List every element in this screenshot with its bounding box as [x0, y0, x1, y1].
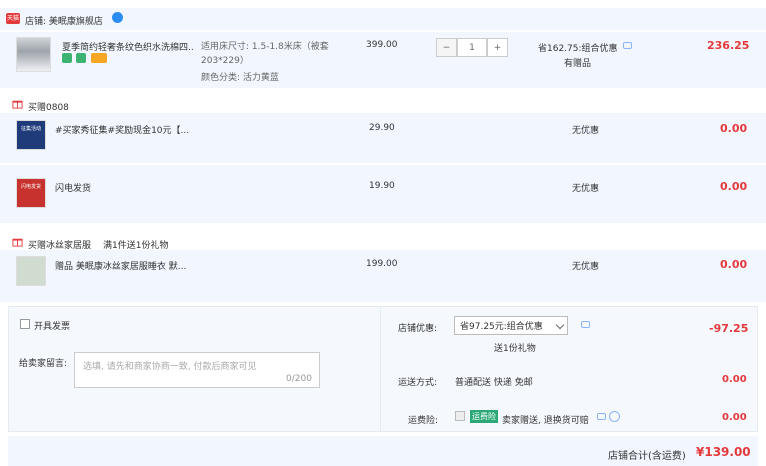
gift-row-3	[0, 250, 766, 302]
insurance-desc: 卖家赠送, 退换货可赔	[502, 416, 589, 426]
insurance-checkbox[interactable]	[455, 411, 465, 421]
shop-gift-note: 送1份礼物	[494, 344, 536, 354]
gift-group-1-title: 买赠0808	[28, 103, 69, 113]
gift-3-title[interactable]: 赠品 美眠康冰丝家居服睡衣 默...	[55, 259, 186, 272]
item-total: 236.25	[707, 39, 750, 52]
gift-3-discount: 无优惠	[572, 262, 600, 272]
gift-2-discount: 无优惠	[572, 184, 600, 194]
gift-2-thumbnail[interactable]: 闪电发货	[16, 178, 46, 208]
spec-color: 颜色分类: 活力黄蓝	[201, 73, 279, 83]
main-item-title[interactable]: 夏季简约轻奢条纹色织水洗棉四...	[62, 40, 194, 53]
shipping-amount: 0.00	[722, 374, 747, 385]
shop-discount-selected: 省97.25元:组合优惠	[460, 322, 543, 332]
spec-size: 适用床尺寸: 1.5-1.8米床（被套203*229）	[201, 42, 329, 66]
tmall-badge: 天猫	[6, 13, 20, 24]
shop-discount-select[interactable]: 省97.25元:组合优惠	[454, 316, 568, 335]
service-icon-guarantee	[76, 53, 86, 63]
chat-icon[interactable]	[581, 321, 590, 328]
shop-discount-value: -97.25	[709, 322, 749, 335]
shop-discount-label: 店铺优惠:	[398, 324, 438, 334]
gift-1-thumbnail[interactable]: 征集活动	[16, 120, 46, 150]
wangwang-icon[interactable]	[112, 12, 123, 23]
chat-icon[interactable]	[623, 42, 632, 49]
chevron-down-icon	[555, 320, 565, 330]
main-item-thumbnail[interactable]	[16, 37, 51, 72]
insurance-amount: 0.00	[722, 412, 747, 423]
shop-total-label: 店铺合计(含运费)	[608, 451, 686, 462]
gift-2-total: 0.00	[720, 180, 748, 193]
gift-2-title[interactable]: 闪电发货	[55, 181, 91, 194]
has-gift-label: 有赠品	[564, 59, 592, 69]
gift-1-total: 0.00	[720, 122, 748, 135]
item-discount: 省162.75:组合优惠	[538, 44, 618, 54]
message-placeholder: 选填, 请先和商家协商一致, 付款后商家可见	[83, 362, 257, 372]
message-counter: 0/200	[286, 374, 312, 384]
gift-1-discount: 无优惠	[572, 126, 600, 136]
chat-icon[interactable]	[597, 413, 606, 420]
service-icon-card	[91, 53, 107, 63]
gift-1-title[interactable]: #买家秀征集#奖励现金10元【...	[55, 123, 189, 136]
unit-price: 399.00	[366, 40, 398, 50]
gift-icon	[12, 238, 23, 247]
qty-plus-button[interactable]: +	[487, 38, 508, 57]
message-label: 给卖家留言:	[19, 359, 68, 369]
gift-3-price: 199.00	[366, 259, 398, 269]
insurance-badge: 运费险	[470, 410, 498, 423]
gift-3-thumbnail[interactable]	[16, 256, 46, 286]
options-divider	[380, 306, 381, 432]
gift-row-2	[0, 165, 766, 223]
service-icon-7day	[62, 53, 72, 63]
invoice-checkbox[interactable]	[20, 319, 30, 329]
help-icon[interactable]	[609, 411, 620, 422]
shop-name[interactable]: 店铺: 美眠康旗舰店	[25, 14, 103, 27]
qty-minus-button[interactable]: −	[436, 38, 457, 57]
qty-input[interactable]: 1	[457, 38, 487, 57]
gift-3-total: 0.00	[720, 258, 748, 271]
shop-total-amount: ¥139.00	[696, 445, 751, 459]
insurance-label: 运费险:	[408, 416, 439, 426]
shipping-method: 普通配送 快递 免邮	[455, 378, 533, 388]
gift-row-1	[0, 113, 766, 163]
gift-1-price: 29.90	[369, 123, 395, 133]
shipping-label: 运送方式:	[398, 378, 438, 388]
gift-2-price: 19.90	[369, 181, 395, 191]
invoice-label[interactable]: 开具发票	[34, 319, 70, 332]
gift-icon	[12, 100, 23, 109]
